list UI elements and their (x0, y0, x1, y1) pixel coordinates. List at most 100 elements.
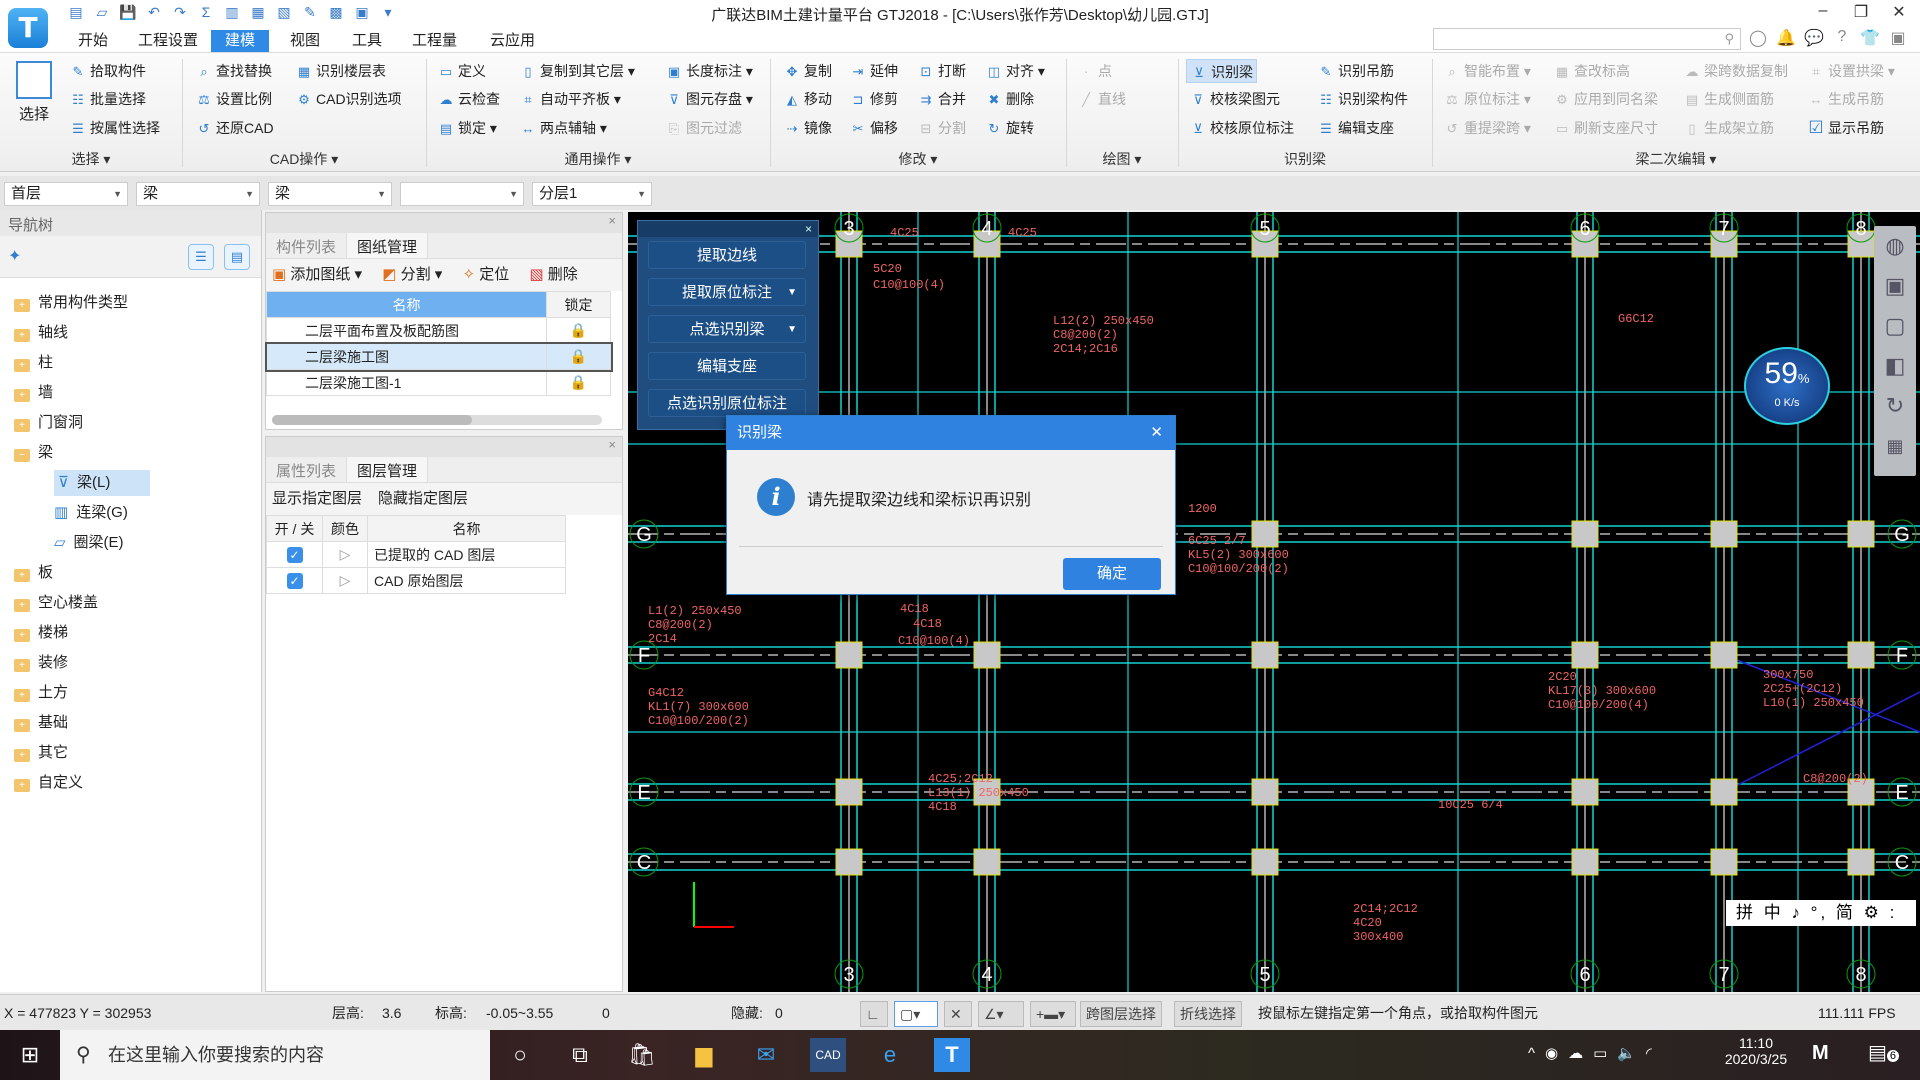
clock[interactable]: 11:10 2020/3/25 (1716, 1035, 1796, 1067)
layer-toggle-checkbox[interactable]: ✓ (286, 573, 303, 589)
float-button-2[interactable]: 点选识别梁 ▼ (648, 315, 806, 343)
ribbon-button-5-4[interactable]: ☷ 识别梁构件 (1314, 87, 1411, 111)
show-layer-button[interactable]: 显示指定图层 (272, 490, 362, 507)
ribbon-button-2-5[interactable]: ↔ 两点辅轴 ▾ (516, 116, 610, 140)
ribbon-button-6-9[interactable]: ⌗ 设置拱梁 ▾ (1804, 59, 1898, 83)
polyline-select-button[interactable]: 折线选择 (1174, 1001, 1242, 1027)
ribbon-button-4-0[interactable]: · 点 (1074, 59, 1115, 83)
hide-layer-button[interactable]: 隐藏指定图层 (378, 490, 468, 507)
cortana-icon[interactable]: ○ (502, 1038, 538, 1072)
float-button-4[interactable]: 点选识别原位标注 (648, 389, 806, 417)
pen-icon[interactable]: ✎ (300, 4, 320, 22)
drawing-row[interactable]: 二层平面布置及板配筋图 🔒 (266, 317, 611, 344)
nav-item-12[interactable]: + 装修 (14, 650, 68, 676)
column-block[interactable] (1847, 641, 1875, 669)
nav-item-8[interactable]: ▱ 圈梁(E) (54, 530, 124, 556)
ime-toolbar[interactable]: 拼 中 ♪ °, 简 ⚙ : (1726, 900, 1916, 926)
ribbon-button-5-1[interactable]: ⊽ 校核梁图元 (1186, 87, 1283, 111)
nav-item-7[interactable]: ▥ 连梁(G) (54, 500, 128, 526)
nav-item-6[interactable]: ⊽ 梁(L) (54, 470, 150, 496)
tab-3[interactable]: 视图 (276, 30, 334, 52)
ribbon-button-6-4[interactable]: ⚙ 应用到同名梁 (1550, 87, 1661, 111)
new-file-icon[interactable]: ▤ (66, 4, 86, 22)
column-block[interactable] (1571, 641, 1599, 669)
dialog-close-icon[interactable]: ✕ (1150, 416, 1163, 450)
split-button[interactable]: ◩ 分割 ▾ (382, 266, 442, 283)
ribbon-button-4-1[interactable]: ╱ 直线 (1074, 87, 1129, 111)
column-block[interactable] (1847, 848, 1875, 876)
mail-icon[interactable]: ✉ (748, 1038, 784, 1072)
layer-settings-icon[interactable]: ▦ (1874, 426, 1916, 466)
locate-button[interactable]: ✧ 定位 (462, 266, 509, 283)
combo-4[interactable]: 分层1 ▼ (532, 182, 652, 206)
ribbon-button-3-0[interactable]: ✥ 复制 (780, 59, 835, 83)
column-block[interactable] (973, 641, 1001, 669)
column-block[interactable] (835, 778, 863, 806)
tab-drawing-manager[interactable]: 图纸管理 (346, 233, 429, 258)
bell-icon[interactable]: 🔔 (1776, 28, 1796, 50)
add-drawing-button[interactable]: ▣ 添加图纸 ▾ (272, 266, 362, 283)
delete-button[interactable]: ▧ 删除 (529, 266, 577, 283)
group-label-2[interactable]: 通用操作 ▾ (426, 149, 770, 169)
column-block[interactable] (973, 848, 1001, 876)
lock-icon[interactable]: 🔒 (546, 369, 611, 396)
export-icon[interactable]: ▣ (352, 4, 372, 22)
column-block[interactable] (1251, 520, 1279, 548)
float-button-3[interactable]: 编辑支座 (648, 352, 806, 380)
notification-icon[interactable]: ▤ 6 (1868, 1040, 1900, 1065)
layer-row[interactable]: ✓ ▷ CAD 原始图层 (266, 567, 566, 594)
ribbon-button-6-3[interactable]: ▦ 查改标高 (1550, 59, 1633, 83)
column-block[interactable] (1710, 848, 1738, 876)
ribbon-button-6-11[interactable]: ☑ 显示吊筋 (1804, 116, 1887, 140)
ribbon-button-6-6[interactable]: ☁ 梁跨数据复制 (1680, 59, 1791, 83)
windows-start-icon[interactable]: ⊞ (12, 1038, 48, 1072)
ribbon-button-1-4[interactable]: ⚙ CAD识别选项 (292, 87, 405, 111)
task-view-icon[interactable]: ⧉ (562, 1038, 598, 1072)
column-block[interactable] (1571, 848, 1599, 876)
column-block[interactable] (1571, 520, 1599, 548)
ribbon-button-5-5[interactable]: ☰ 编辑支座 (1314, 116, 1397, 140)
nav-item-4[interactable]: + 门窗洞 (14, 410, 83, 436)
tab-layer-manager[interactable]: 图层管理 (346, 457, 429, 482)
save-icon[interactable]: 💾 (118, 4, 138, 22)
ribbon-button-6-5[interactable]: ▭ 刷新支座尺寸 (1550, 116, 1661, 140)
ribbon-button-6-8[interactable]: ▯ 生成架立筋 (1680, 116, 1777, 140)
file-explorer-icon[interactable]: ▆ (686, 1038, 722, 1072)
ribbon-button-3-11[interactable]: ↻ 旋转 (982, 116, 1037, 140)
ribbon-button-3-6[interactable]: ⊡ 打断 (914, 59, 969, 83)
panel-close-icon[interactable]: × (266, 213, 622, 233)
ribbon-button-2-2[interactable]: ▤ 锁定 ▾ (434, 116, 500, 140)
column-block[interactable] (1847, 520, 1875, 548)
ribbon-button-3-9[interactable]: ◫ 对齐 ▾ (982, 59, 1048, 83)
tab-0[interactable]: 开始 (64, 30, 122, 52)
tab-property-list[interactable]: 属性列表 (266, 457, 346, 482)
tab-6[interactable]: 云应用 (476, 30, 549, 52)
snap-point-icon[interactable]: +▬▾ (1030, 1001, 1076, 1027)
nav-item-13[interactable]: + 土方 (14, 680, 68, 706)
angle-icon[interactable]: ∠▾ (978, 1001, 1024, 1027)
ribbon-button-5-2[interactable]: ⊻ 校核原位标注 (1186, 116, 1297, 140)
group-label-4[interactable]: 绘图 ▾ (1066, 149, 1178, 169)
panel-close-icon[interactable]: × (266, 437, 622, 457)
ribbon-button-6-7[interactable]: ▤ 生成侧面筋 (1680, 87, 1777, 111)
taskbar-search[interactable]: ⚲ 在这里输入你要搜索的内容 (60, 1030, 490, 1080)
float-button-1[interactable]: 提取原位标注 ▼ (648, 278, 806, 306)
tab-2[interactable]: 建模 (211, 30, 270, 52)
3d-view-icon[interactable]: ▣ (1874, 266, 1916, 306)
open-icon[interactable]: ▱ (92, 4, 112, 22)
ribbon-button-2-7[interactable]: ⊽ 图元存盘 ▾ (662, 87, 756, 111)
nav-item-3[interactable]: + 墙 (14, 380, 53, 406)
sparkle-icon[interactable]: ✦ (8, 246, 21, 266)
help-icon[interactable]: ? (1832, 28, 1852, 50)
ie-icon[interactable]: e (872, 1038, 908, 1072)
ribbon-button-1-2[interactable]: ↺ 还原CAD (192, 116, 277, 140)
cross-layer-select-button[interactable]: 跨图层选择 (1080, 1001, 1162, 1027)
checkbox-icon[interactable]: ☑ (1807, 116, 1825, 140)
shirt-icon[interactable]: 👕 (1860, 28, 1880, 50)
tab-1[interactable]: 工程设置 (124, 30, 212, 52)
sum-icon[interactable]: Σ (196, 4, 216, 22)
ribbon-button-1-0[interactable]: ⌕ 查找替换 (192, 59, 275, 83)
ortho-icon[interactable]: ∟ (860, 1001, 888, 1027)
layer-toggle-checkbox[interactable]: ✓ (286, 547, 303, 563)
column-lock[interactable]: 锁定 (546, 291, 611, 318)
